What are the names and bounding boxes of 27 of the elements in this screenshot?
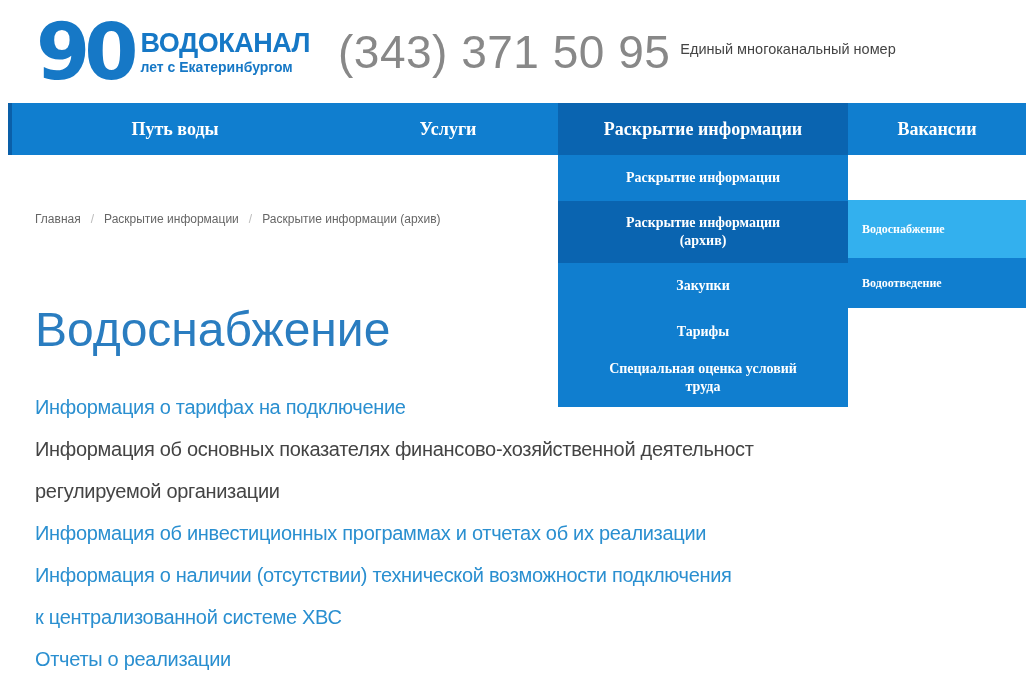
nav-tab[interactable]: Путь воды — [12, 103, 338, 155]
menu-item[interactable]: Раскрытие информации (архив) — [558, 201, 848, 263]
logo-subtitle: лет с Екатеринбургом — [140, 58, 294, 76]
document-link[interactable]: Отчеты о реализации — [35, 638, 231, 680]
breadcrumb-link[interactable]: Раскрытие информации — [104, 212, 239, 226]
phone-number: (343) 371 50 95 — [338, 24, 671, 79]
menu-item[interactable]: Закупки — [558, 263, 848, 309]
document-link[interactable]: Информация о тарифах на подключение — [35, 386, 406, 428]
nav-tab[interactable]: Вакансии — [848, 103, 1026, 155]
menu-item[interactable]: Раскрытие информации — [558, 155, 848, 201]
breadcrumb-link[interactable]: Раскрытие информации (архив) — [262, 212, 441, 226]
submenu-item[interactable]: Водоотведение — [848, 258, 1026, 308]
nav-tab[interactable]: Раскрытие информации — [558, 103, 848, 155]
menu-item[interactable]: Тарифы — [558, 309, 848, 355]
page-title: Водоснабжение — [35, 302, 391, 358]
logo-title: ВОДОКАНАЛ — [140, 27, 310, 58]
document-link[interactable]: Информация об основных показателях финансово-хозяйственной деятельност регулируемой организации — [35, 428, 754, 512]
breadcrumb-separator: / — [90, 212, 95, 226]
document-link[interactable]: Информация о наличии (отсутствии) технической возможности подключения к централизованной системе ХВС — [35, 554, 732, 638]
submenu-item[interactable]: Водоснабжение — [848, 200, 1026, 258]
document-link[interactable]: Информация об инвестиционных программах и отчетах об их реализации — [35, 512, 707, 554]
breadcrumb-link[interactable]: Главная — [35, 212, 81, 226]
breadcrumb-separator: / — [248, 212, 253, 226]
logo-number: 90 — [36, 16, 133, 87]
nav-tab[interactable]: Услуги — [338, 103, 558, 155]
phone-note: Единый многоканальный номер — [680, 40, 896, 57]
menu-item[interactable]: Специальная оценка условий труда — [558, 355, 848, 401]
